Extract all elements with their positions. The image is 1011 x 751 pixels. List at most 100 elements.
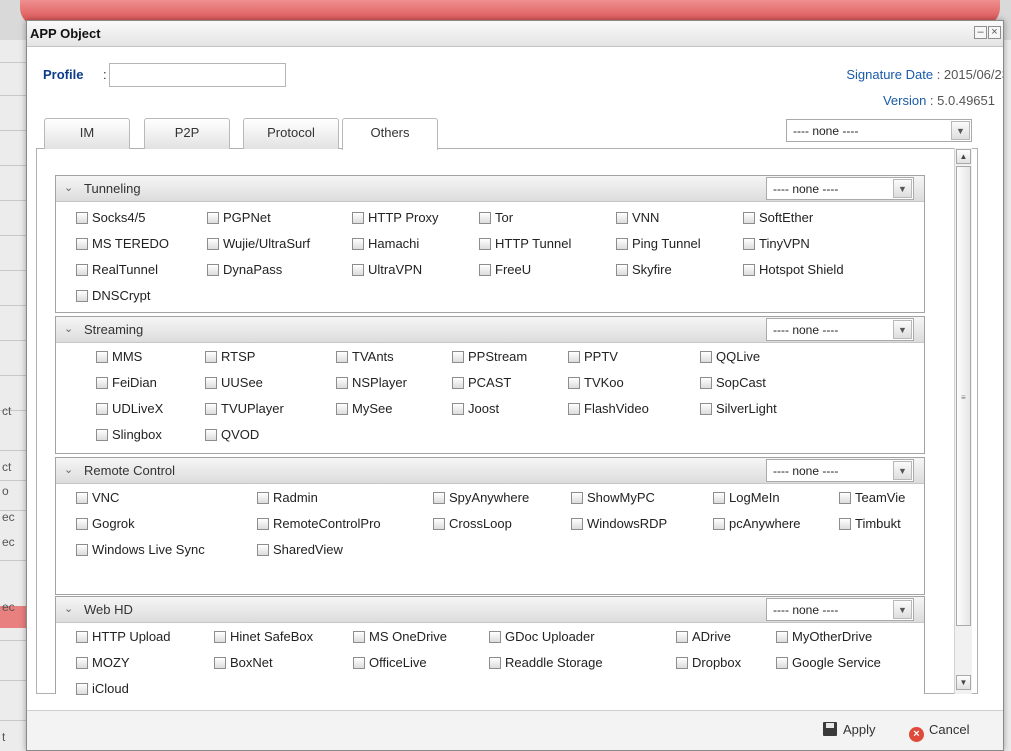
checkbox[interactable] <box>76 264 88 276</box>
checkbox-item[interactable]: PPTV <box>568 349 618 364</box>
checkbox[interactable] <box>352 212 364 224</box>
checkbox[interactable] <box>700 351 712 363</box>
checkbox[interactable] <box>352 238 364 250</box>
checkbox-item[interactable]: NSPlayer <box>336 375 407 390</box>
checkbox-item[interactable]: Gogrok <box>76 516 135 531</box>
checkbox-item[interactable]: RTSP <box>205 349 255 364</box>
section-select[interactable]: ---- none ---- ▼ <box>766 177 914 200</box>
checkbox[interactable] <box>568 377 580 389</box>
checkbox[interactable] <box>568 351 580 363</box>
checkbox[interactable] <box>214 657 226 669</box>
checkbox[interactable] <box>205 351 217 363</box>
section-header[interactable]: ⌄ Streaming ---- none ---- ▼ <box>56 317 924 343</box>
checkbox[interactable] <box>353 657 365 669</box>
profile-input[interactable] <box>109 63 286 87</box>
checkbox[interactable] <box>257 544 269 556</box>
checkbox[interactable] <box>489 657 501 669</box>
checkbox-item[interactable]: Google Service <box>776 655 881 670</box>
checkbox[interactable] <box>452 377 464 389</box>
checkbox-item[interactable]: TVKoo <box>568 375 624 390</box>
checkbox[interactable] <box>353 631 365 643</box>
checkbox[interactable] <box>700 377 712 389</box>
checkbox-item[interactable]: RemoteControlPro <box>257 516 381 531</box>
checkbox-item[interactable]: DynaPass <box>207 262 282 277</box>
checkbox-item[interactable]: SoftEther <box>743 210 813 225</box>
checkbox-item[interactable]: UltraVPN <box>352 262 422 277</box>
global-select[interactable]: ---- none ---- ▼ <box>786 119 972 142</box>
checkbox-item[interactable]: Windows Live Sync <box>76 542 205 557</box>
checkbox-item[interactable]: HTTP Tunnel <box>479 236 571 251</box>
minimize-icon[interactable]: – <box>974 26 987 39</box>
checkbox-item[interactable]: TeamVie <box>839 490 905 505</box>
checkbox-item[interactable]: PPStream <box>452 349 527 364</box>
checkbox-item[interactable]: Wujie/UltraSurf <box>207 236 310 251</box>
cancel-button[interactable]: × Cancel <box>909 722 969 742</box>
checkbox-item[interactable]: iCloud <box>76 681 129 696</box>
checkbox[interactable] <box>700 403 712 415</box>
checkbox-item[interactable]: Hamachi <box>352 236 419 251</box>
checkbox[interactable] <box>571 492 583 504</box>
checkbox[interactable] <box>616 264 628 276</box>
scrollbar-thumb[interactable]: ≡ <box>956 166 971 626</box>
checkbox[interactable] <box>676 657 688 669</box>
scroll-up-icon[interactable]: ▲ <box>956 149 971 164</box>
checkbox-item[interactable]: MS TEREDO <box>76 236 169 251</box>
checkbox[interactable] <box>76 492 88 504</box>
scroll-down-icon[interactable]: ▼ <box>956 675 971 690</box>
checkbox[interactable] <box>839 518 851 530</box>
checkbox-item[interactable]: MySee <box>336 401 392 416</box>
checkbox[interactable] <box>743 264 755 276</box>
checkbox-item[interactable]: Skyfire <box>616 262 672 277</box>
checkbox-item[interactable]: Ping Tunnel <box>616 236 701 251</box>
checkbox-item[interactable]: MS OneDrive <box>353 629 447 644</box>
checkbox-item[interactable]: MOZY <box>76 655 130 670</box>
checkbox[interactable] <box>616 212 628 224</box>
checkbox-item[interactable]: Socks4/5 <box>76 210 145 225</box>
checkbox[interactable] <box>452 351 464 363</box>
checkbox[interactable] <box>479 264 491 276</box>
checkbox-item[interactable]: WindowsRDP <box>571 516 667 531</box>
checkbox[interactable] <box>214 631 226 643</box>
apply-button[interactable]: Apply <box>823 722 876 737</box>
checkbox[interactable] <box>205 403 217 415</box>
checkbox-item[interactable]: Joost <box>452 401 499 416</box>
checkbox-item[interactable]: TinyVPN <box>743 236 810 251</box>
checkbox-item[interactable]: VNC <box>76 490 119 505</box>
checkbox[interactable] <box>479 238 491 250</box>
checkbox-item[interactable]: UUSee <box>205 375 263 390</box>
checkbox-item[interactable]: SpyAnywhere <box>433 490 529 505</box>
checkbox[interactable] <box>205 377 217 389</box>
section-select[interactable]: ---- none ---- ▼ <box>766 318 914 341</box>
checkbox[interactable] <box>568 403 580 415</box>
checkbox[interactable] <box>336 351 348 363</box>
checkbox-item[interactable]: RealTunnel <box>76 262 158 277</box>
checkbox-item[interactable]: Tor <box>479 210 513 225</box>
checkbox[interactable] <box>76 631 88 643</box>
checkbox-item[interactable]: SharedView <box>257 542 343 557</box>
checkbox-item[interactable]: CrossLoop <box>433 516 512 531</box>
checkbox-item[interactable]: Slingbox <box>96 427 162 442</box>
checkbox[interactable] <box>96 429 108 441</box>
checkbox[interactable] <box>352 264 364 276</box>
checkbox[interactable] <box>452 403 464 415</box>
checkbox-item[interactable]: pcAnywhere <box>713 516 801 531</box>
checkbox-item[interactable]: QQLive <box>700 349 760 364</box>
checkbox-item[interactable]: SopCast <box>700 375 766 390</box>
checkbox-item[interactable]: ADrive <box>676 629 731 644</box>
checkbox-item[interactable]: Radmin <box>257 490 318 505</box>
checkbox[interactable] <box>479 212 491 224</box>
checkbox[interactable] <box>76 212 88 224</box>
checkbox-item[interactable]: BoxNet <box>214 655 273 670</box>
checkbox-item[interactable]: LogMeIn <box>713 490 780 505</box>
checkbox-item[interactable]: FlashVideo <box>568 401 649 416</box>
checkbox-item[interactable]: TVAnts <box>336 349 394 364</box>
tab-protocol[interactable]: Protocol <box>243 118 339 149</box>
checkbox-item[interactable]: FeiDian <box>96 375 157 390</box>
checkbox[interactable] <box>489 631 501 643</box>
checkbox-item[interactable]: DNSCrypt <box>76 288 151 303</box>
checkbox[interactable] <box>96 403 108 415</box>
checkbox[interactable] <box>96 351 108 363</box>
checkbox[interactable] <box>713 518 725 530</box>
checkbox-item[interactable]: GDoc Uploader <box>489 629 595 644</box>
checkbox-item[interactable]: PGPNet <box>207 210 271 225</box>
